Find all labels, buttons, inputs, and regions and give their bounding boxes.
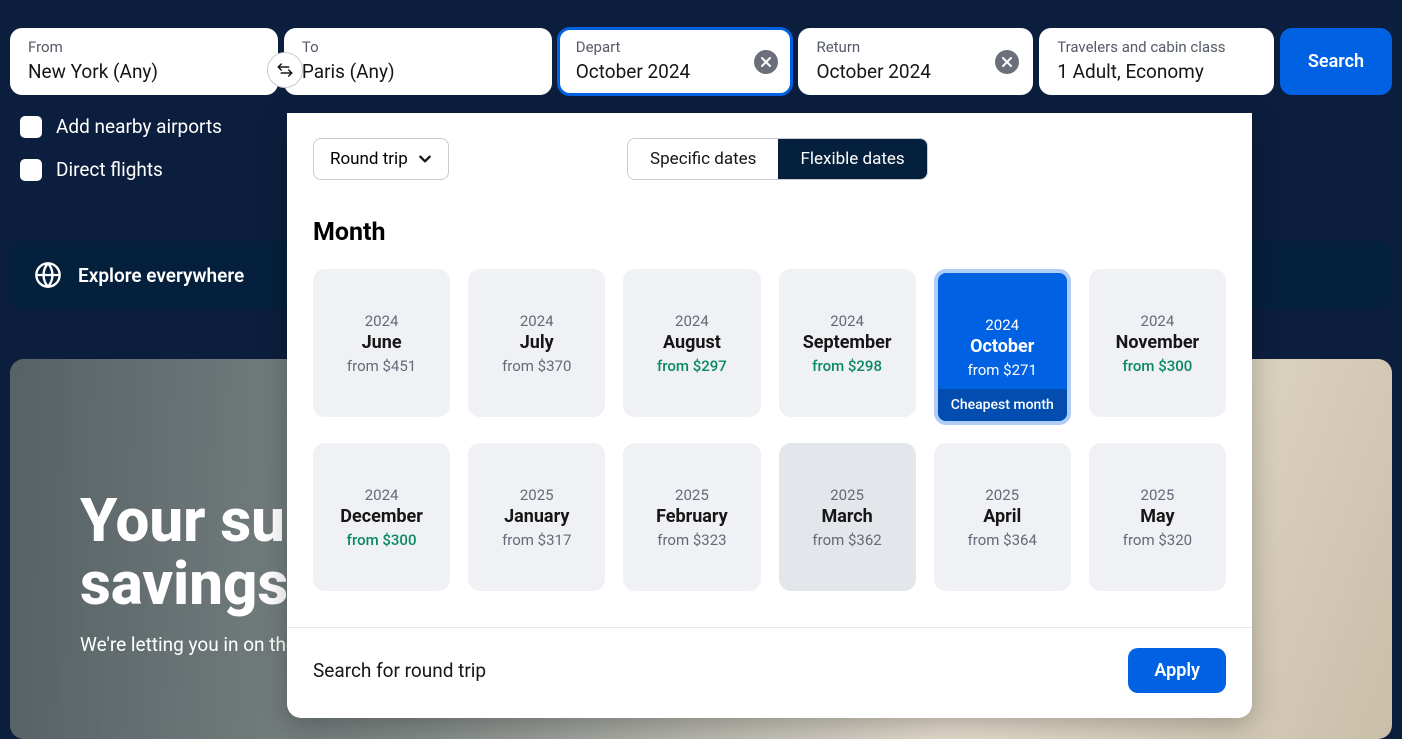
month-card-august-2024[interactable]: 2024 August from $297 [623, 269, 760, 417]
month-year: 2024 [675, 312, 709, 330]
trip-type-label: Round trip [330, 149, 408, 169]
month-price: from $271 [968, 361, 1037, 379]
month-year: 2024 [1141, 312, 1175, 330]
month-price: from $323 [657, 531, 726, 549]
depart-value: October 2024 [576, 60, 775, 83]
to-field[interactable]: To Paris (Any) [284, 28, 552, 95]
return-value: October 2024 [816, 60, 1015, 83]
to-value: Paris (Any) [302, 60, 534, 83]
checkbox-icon [20, 159, 42, 181]
from-field[interactable]: From New York (Any) [10, 28, 278, 95]
month-year: 2025 [520, 486, 554, 504]
direct-flights-label: Direct flights [56, 158, 163, 181]
month-year: 2024 [520, 312, 554, 330]
footer-info-text: Search for round trip [313, 659, 486, 682]
month-card-february-2025[interactable]: 2025 February from $323 [623, 443, 760, 591]
clear-return-button[interactable] [995, 50, 1019, 74]
checkbox-icon [20, 116, 42, 138]
clear-depart-button[interactable] [754, 50, 778, 74]
month-name: October [970, 336, 1034, 357]
return-field[interactable]: Return October 2024 [798, 28, 1033, 95]
month-name: September [803, 332, 892, 353]
return-label: Return [816, 38, 1015, 56]
depart-field[interactable]: Depart October 2024 [558, 28, 793, 95]
month-price: from $317 [502, 531, 571, 549]
month-card-september-2024[interactable]: 2024 September from $298 [779, 269, 916, 417]
month-name: February [656, 506, 728, 527]
month-year: 2024 [830, 312, 864, 330]
month-price: from $300 [347, 531, 417, 549]
month-name: June [362, 332, 402, 353]
month-name: January [504, 506, 569, 527]
month-name: December [340, 506, 423, 527]
month-price: from $300 [1123, 357, 1193, 375]
trip-type-selector[interactable]: Round trip [313, 138, 449, 180]
month-year: 2025 [1141, 486, 1175, 504]
month-card-october-2024[interactable]: 2024 October from $271 Cheapest month [934, 269, 1071, 425]
travelers-label: Travelers and cabin class [1057, 38, 1256, 56]
month-price: from $370 [502, 357, 571, 375]
search-button[interactable]: Search [1280, 28, 1392, 95]
month-price: from $362 [812, 531, 881, 549]
chevron-down-icon [418, 152, 432, 166]
month-year: 2025 [830, 486, 864, 504]
month-year: 2025 [675, 486, 709, 504]
hero-title-line2: savings i [80, 548, 319, 619]
swap-origins-button[interactable] [267, 52, 303, 88]
swap-icon [276, 61, 294, 79]
month-card-may-2025[interactable]: 2025 May from $320 [1089, 443, 1226, 591]
month-heading: Month [287, 180, 1252, 251]
month-card-december-2024[interactable]: 2024 December from $300 [313, 443, 450, 591]
flexible-dates-tab[interactable]: Flexible dates [778, 139, 926, 179]
month-year: 2024 [365, 312, 399, 330]
month-name: August [663, 332, 721, 353]
month-card-march-2025[interactable]: 2025 March from $362 [779, 443, 916, 591]
month-card-january-2025[interactable]: 2025 January from $317 [468, 443, 605, 591]
month-year: 2024 [985, 316, 1019, 334]
month-price: from $297 [657, 357, 727, 375]
from-value: New York (Any) [28, 60, 260, 83]
from-label: From [28, 38, 260, 56]
month-price: from $320 [1123, 531, 1192, 549]
explore-label: Explore everywhere [78, 264, 244, 287]
month-price: from $364 [968, 531, 1037, 549]
month-card-july-2024[interactable]: 2024 July from $370 [468, 269, 605, 417]
month-price: from $298 [812, 357, 882, 375]
month-name: November [1116, 332, 1199, 353]
to-label: To [302, 38, 534, 56]
depart-label: Depart [576, 38, 775, 56]
close-icon [761, 57, 771, 67]
month-year: 2025 [985, 486, 1019, 504]
apply-button[interactable]: Apply [1128, 648, 1226, 693]
month-price: from $451 [347, 357, 416, 375]
month-name: April [983, 506, 1021, 527]
month-name: July [520, 332, 554, 353]
date-mode-toggle: Specific dates Flexible dates [627, 138, 928, 180]
month-card-june-2024[interactable]: 2024 June from $451 [313, 269, 450, 417]
travelers-field[interactable]: Travelers and cabin class 1 Adult, Econo… [1039, 28, 1274, 95]
nearby-airports-label: Add nearby airports [56, 115, 222, 138]
close-icon [1002, 57, 1012, 67]
specific-dates-tab[interactable]: Specific dates [628, 139, 778, 179]
month-card-april-2025[interactable]: 2025 April from $364 [934, 443, 1071, 591]
globe-icon [34, 261, 62, 289]
cheapest-month-badge: Cheapest month [938, 389, 1067, 421]
month-name: March [821, 506, 872, 527]
date-picker-panel: Round trip Specific dates Flexible dates… [287, 113, 1252, 718]
travelers-value: 1 Adult, Economy [1057, 60, 1256, 83]
month-year: 2024 [365, 486, 399, 504]
month-name: May [1140, 506, 1174, 527]
month-card-november-2024[interactable]: 2024 November from $300 [1089, 269, 1226, 417]
